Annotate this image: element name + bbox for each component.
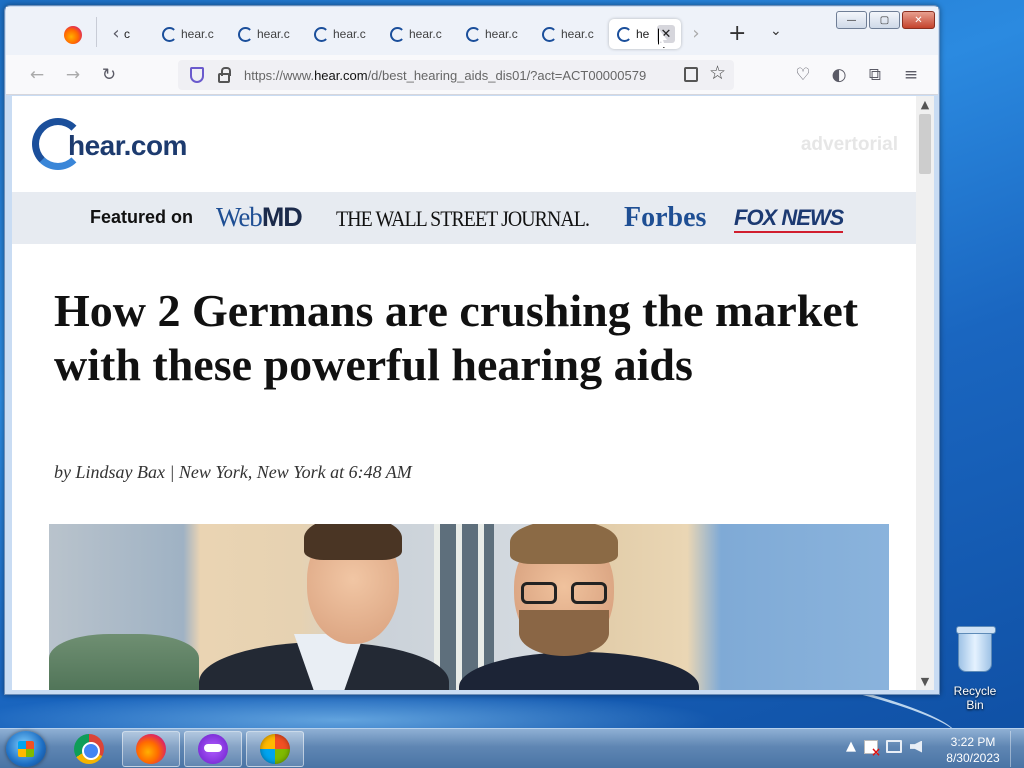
scroll-thumb[interactable]	[919, 114, 931, 174]
tab-hear-5[interactable]: hear.c	[458, 19, 528, 49]
action-center-flag-icon[interactable]	[864, 739, 881, 759]
page-viewport: hear.com advertorial Featured on WebMD T…	[12, 96, 916, 690]
show-desktop-button[interactable]	[1010, 731, 1022, 767]
windows-logo-icon	[18, 741, 34, 757]
photo-person-right-hair	[510, 524, 618, 564]
show-hidden-icons-button[interactable]: ▲	[846, 739, 856, 754]
firefox-icon	[136, 734, 166, 764]
tab-hear-4[interactable]: hear.c	[382, 19, 452, 49]
tab-label: hear.c	[485, 27, 518, 41]
recycle-bin-icon	[956, 626, 996, 672]
featured-on-banner: Featured on WebMD THE WALL STREET JOURNA…	[12, 192, 916, 244]
dark-mode-toggle-icon[interactable]: ◐	[828, 64, 850, 86]
wsj-logo: THE WALL STREET JOURNAL.	[336, 206, 590, 231]
reader-view-icon[interactable]	[684, 67, 698, 82]
menu-icon[interactable]: ≡	[900, 64, 922, 86]
webmd-suffix: MD	[261, 202, 303, 232]
clock-date: 8/30/2023	[946, 751, 1000, 765]
site-logo[interactable]: hear.com	[68, 130, 187, 162]
reload-icon[interactable]: ↻	[98, 64, 120, 86]
tab-label: c	[124, 27, 130, 41]
hear-favicon-icon	[617, 26, 632, 42]
start-button[interactable]	[6, 731, 46, 767]
tab-label: hear.c	[561, 27, 594, 41]
hear-favicon-icon	[542, 26, 557, 42]
extensions-icon[interactable]: ⧉	[864, 64, 886, 86]
forward-arrow-icon[interactable]: →	[62, 64, 84, 86]
back-arrow-icon[interactable]: ←	[26, 64, 48, 86]
recycle-bin-desktop-icon[interactable]: Recycle Bin	[944, 626, 1006, 712]
close-window-button[interactable]: ✕	[902, 11, 935, 29]
hear-favicon-icon	[162, 26, 177, 42]
page-scrollbar[interactable]: ▲ ▼	[916, 96, 934, 690]
system-tray: ▲	[846, 739, 922, 759]
taskbar-private-browser[interactable]	[184, 731, 242, 767]
site-header: hear.com advertorial	[12, 96, 916, 188]
taskbar-clock[interactable]: 3:22 PM 8/30/2023	[942, 734, 1004, 766]
advertorial-label: advertorial	[800, 134, 898, 155]
window-controls: — ▢ ✕	[836, 11, 935, 29]
hear-favicon-icon	[238, 26, 253, 42]
bookmark-star-icon[interactable]: ☆	[709, 62, 726, 84]
recycle-bin-label: Recycle Bin	[953, 684, 997, 712]
photo-trees	[49, 634, 199, 690]
forbes-logo: Forbes	[624, 202, 707, 233]
tab-label: he	[636, 27, 650, 41]
url-domain: hear.com	[314, 67, 368, 83]
tab-partial[interactable]: c	[114, 19, 144, 49]
lock-icon[interactable]	[218, 66, 231, 83]
url-prefix: https://www.	[244, 67, 315, 83]
firefox-view-icon[interactable]	[64, 26, 82, 44]
featured-on-label: Featured on	[90, 207, 194, 227]
list-all-tabs-button[interactable]: ⌄	[770, 23, 782, 39]
fox-news-logo: FOX NEWS	[734, 205, 844, 233]
tab-hear-1[interactable]: hear.c	[154, 19, 224, 49]
webmd-logo: WebMD	[216, 202, 303, 233]
private-browsing-icon	[198, 734, 228, 764]
article-byline: by Lindsay Bax | New York, New York at 6…	[54, 462, 412, 482]
tab-label: hear.c	[409, 27, 442, 41]
tab-label: hear.c	[333, 27, 366, 41]
taskbar-app[interactable]	[246, 731, 304, 767]
tab-hear-3[interactable]: hear.c	[306, 19, 376, 49]
clock-time: 3:22 PM	[950, 735, 996, 749]
volume-muted-icon[interactable]	[910, 740, 922, 753]
navigation-toolbar: ← → ↻ https://www.hear.com/d/best_hearin…	[6, 55, 938, 95]
tab-strip: ‹ c hear.c hear.c hear.c hear.c hear.c h…	[6, 7, 938, 55]
maximize-button[interactable]: ▢	[869, 11, 900, 29]
hear-favicon-icon	[466, 26, 481, 42]
minimize-button[interactable]: —	[836, 11, 867, 29]
scroll-down-icon[interactable]: ▼	[916, 675, 934, 688]
firefox-window: ‹ c hear.c hear.c hear.c hear.c hear.c h…	[4, 5, 940, 695]
photo-person-right-beard	[519, 610, 609, 656]
address-bar[interactable]: https://www.hear.com/d/best_hearing_aids…	[178, 60, 734, 90]
photo-person-left-hair	[304, 524, 402, 560]
windows-app-icon	[260, 734, 290, 764]
chrome-icon	[74, 734, 104, 764]
hear-favicon-icon	[314, 26, 329, 42]
webmd-prefix: Web	[216, 202, 263, 232]
scroll-tabs-right-icon[interactable]: ›	[686, 22, 706, 44]
photo-person-right	[459, 652, 699, 690]
network-icon[interactable]	[886, 740, 902, 753]
photo-person-right-glasses	[521, 582, 607, 604]
tab-label: hear.c	[181, 27, 214, 41]
taskbar-chrome[interactable]	[60, 731, 118, 767]
tab-hear-6[interactable]: hear.c	[534, 19, 604, 49]
url-path: /d/best_hearing_aids_dis01/?act=ACT00000…	[367, 67, 647, 83]
new-tab-button[interactable]: +	[728, 21, 746, 46]
tab-hear-2[interactable]: hear.c	[230, 19, 300, 49]
pocket-icon[interactable]: ♡	[792, 64, 814, 86]
url-text[interactable]: https://www.hear.com/d/best_hearing_aids…	[244, 68, 674, 83]
tab-label: hear.c	[257, 27, 290, 41]
scroll-up-icon[interactable]: ▲	[916, 98, 934, 111]
tab-hear-active[interactable]: he ✕	[609, 19, 681, 49]
hear-favicon-icon	[390, 26, 405, 42]
tracking-protection-shield-icon[interactable]	[190, 67, 204, 83]
divider	[96, 17, 97, 47]
article-headline: How 2 Germans are crushing the market wi…	[54, 285, 859, 390]
taskbar: ▲ 3:22 PM 8/30/2023	[0, 728, 1024, 768]
hero-photo	[49, 524, 889, 690]
taskbar-firefox[interactable]	[122, 731, 180, 767]
